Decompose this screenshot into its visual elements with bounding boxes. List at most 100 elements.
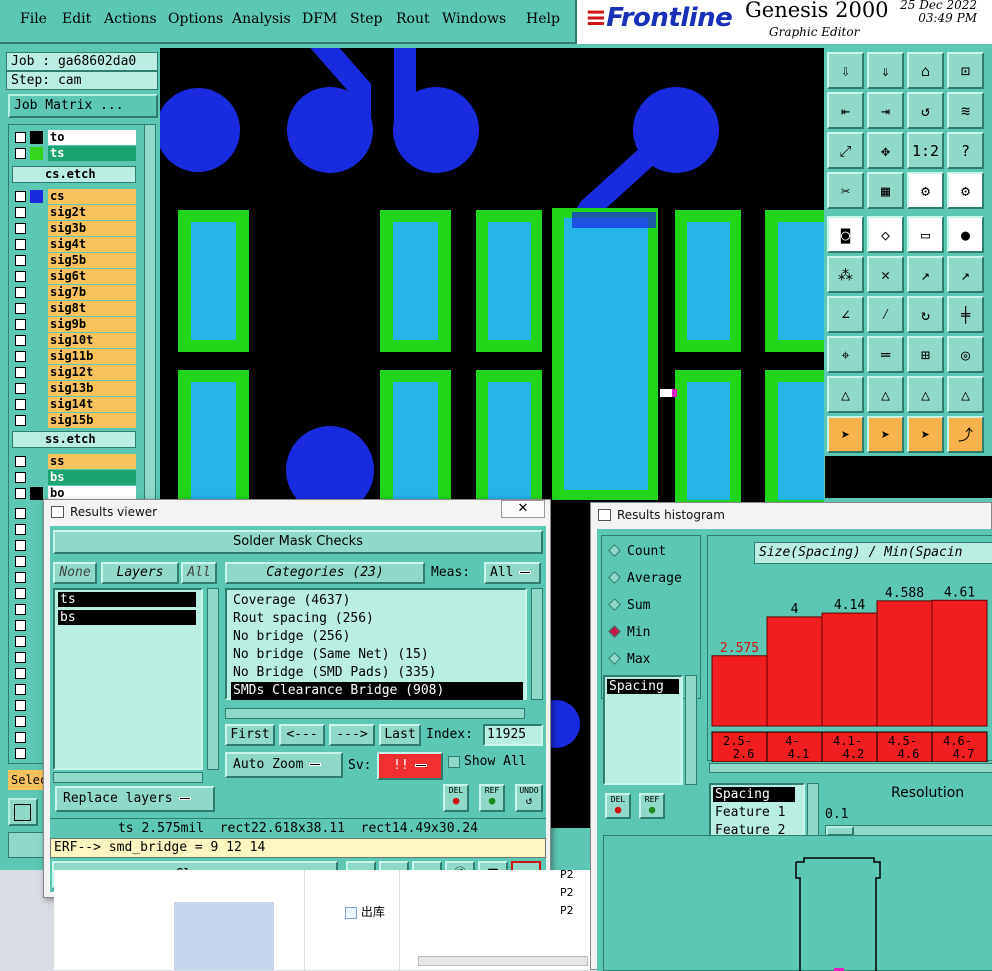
layer-row[interactable]: sig3b (12, 221, 136, 236)
mode-radio-min[interactable]: Min (608, 625, 650, 640)
index-input[interactable]: 11925 (483, 724, 543, 746)
layer-checkbox[interactable] (15, 223, 26, 234)
auto-zoom-dropdown[interactable]: Auto Zoom (225, 752, 343, 778)
ref-button[interactable]: REF ● (479, 784, 505, 812)
tool-button[interactable]: ⚙ (907, 172, 944, 209)
close-window-button[interactable]: ✕ (501, 500, 545, 518)
layer-checkbox[interactable] (15, 732, 26, 743)
tool-button[interactable]: ⇥ (867, 92, 904, 129)
tool-button[interactable]: ➤ (827, 416, 864, 453)
tool-button[interactable]: ◎ (947, 336, 984, 373)
layer-checkbox[interactable] (15, 668, 26, 679)
tool-button[interactable]: ↺ (907, 92, 944, 129)
layer-checkbox[interactable] (15, 148, 26, 159)
field-item[interactable]: Spacing (713, 787, 795, 802)
tool-button[interactable]: ➤ (907, 416, 944, 453)
tool-button[interactable]: ✥ (867, 132, 904, 169)
tool-button[interactable]: ⤴ (947, 416, 984, 453)
histogram-bar[interactable] (766, 616, 823, 727)
layer-checkbox[interactable] (15, 191, 26, 202)
layer-checkbox[interactable] (15, 415, 26, 426)
layers-listbox[interactable]: ts bs (53, 588, 203, 770)
tool-button[interactable]: ? (947, 132, 984, 169)
layer-row[interactable]: to (12, 130, 136, 145)
tool-button[interactable]: ▦ (867, 172, 904, 209)
tool-button[interactable]: ↗ (947, 256, 984, 293)
tool-button[interactable]: ⇤ (827, 92, 864, 129)
layer-checkbox[interactable] (15, 652, 26, 663)
show-all-checkbox[interactable] (448, 756, 460, 768)
none-button[interactable]: None (53, 562, 97, 584)
tool-button[interactable]: ≋ (947, 92, 984, 129)
tool-button[interactable]: ● (947, 216, 984, 253)
tool-button[interactable]: △ (827, 376, 864, 413)
layer-checkbox[interactable] (15, 524, 26, 535)
tool-button[interactable]: ∠ (827, 296, 864, 333)
histogram-listbox[interactable]: Spacing (603, 675, 683, 785)
field-scrollbar[interactable] (807, 783, 819, 843)
layer-checkbox[interactable] (15, 319, 26, 330)
all-button[interactable]: All (181, 562, 217, 584)
layer-checkbox[interactable] (15, 488, 26, 499)
results-viewer-titlebar[interactable]: Results viewer (44, 500, 550, 524)
tool-button[interactable]: ✂ (827, 172, 864, 209)
layer-checkbox[interactable] (15, 540, 26, 551)
tool-button[interactable]: ⊞ (907, 336, 944, 373)
undo-button[interactable]: UNDO ↺ (515, 784, 543, 812)
meas-dropdown[interactable]: All (484, 562, 541, 584)
layer-row[interactable]: ss (12, 454, 136, 469)
mode-radio-count[interactable]: Count (608, 544, 666, 559)
severity-dropdown[interactable]: !! (377, 752, 443, 780)
layer-checkbox[interactable] (15, 132, 26, 143)
layer-checkbox[interactable] (15, 399, 26, 410)
menu-help[interactable]: Help (526, 11, 560, 27)
layer-checkbox[interactable] (15, 604, 26, 615)
histogram-titlebar[interactable]: Results histogram (591, 503, 991, 527)
menu-actions[interactable]: Actions (104, 11, 157, 27)
tool-button[interactable]: ⚙ (947, 172, 984, 209)
explorer-scrollbar[interactable] (418, 956, 588, 966)
layer-list-item[interactable]: bs (58, 610, 196, 625)
layers-button[interactable]: Layers (101, 562, 179, 584)
layer-row[interactable]: sig6t (12, 269, 136, 284)
tool-button[interactable]: ➤ (867, 416, 904, 453)
folder-item[interactable]: 出库 (345, 903, 385, 920)
categories-hscrollbar[interactable] (225, 708, 525, 719)
menu-dfm[interactable]: DFM (302, 11, 337, 27)
tool-button[interactable]: ⊡ (947, 52, 984, 89)
mode-radio-max[interactable]: Max (608, 652, 650, 667)
layer-row[interactable]: sig12t (12, 365, 136, 380)
layer-checkbox[interactable] (15, 207, 26, 218)
first-button[interactable]: First (225, 724, 275, 746)
layer-checkbox[interactable] (15, 456, 26, 467)
categories-scrollbar[interactable] (531, 588, 543, 700)
solder-mask-checks-header[interactable]: Solder Mask Checks (53, 530, 543, 554)
job-matrix-button[interactable]: Job Matrix ... (8, 94, 158, 118)
layer-checkbox[interactable] (15, 508, 26, 519)
resize-button[interactable] (8, 798, 38, 826)
layer-checkbox[interactable] (15, 287, 26, 298)
histogram-list-scrollbar[interactable] (685, 675, 697, 785)
field-item[interactable]: Feature 1 (713, 805, 785, 820)
categories-listbox[interactable]: Coverage (4637) Rout spacing (256) No brid… (225, 588, 527, 700)
layer-row[interactable]: sig15b (12, 413, 136, 428)
tool-button[interactable]: ⤢ (827, 132, 864, 169)
tool-button[interactable]: ⌂ (907, 52, 944, 89)
layer-row[interactable]: sig10t (12, 333, 136, 348)
histogram-bar[interactable] (711, 655, 768, 727)
histogram-list-item[interactable]: Spacing (607, 679, 679, 694)
hist-del-button[interactable]: DEL ● (605, 793, 631, 819)
layer-row[interactable]: sig5b (12, 253, 136, 268)
layer-checkbox[interactable] (15, 684, 26, 695)
histogram-bar[interactable] (876, 600, 933, 727)
del-button[interactable]: DEL ● (443, 784, 469, 812)
histogram-bar[interactable] (931, 599, 988, 727)
layer-row[interactable]: sig13b (12, 381, 136, 396)
menu-analysis[interactable]: Analysis (232, 11, 291, 27)
layer-checkbox[interactable] (15, 748, 26, 759)
layer-row[interactable]: sig8t (12, 301, 136, 316)
tool-button[interactable]: △ (867, 376, 904, 413)
layer-checkbox[interactable] (15, 700, 26, 711)
layer-checkbox[interactable] (15, 271, 26, 282)
tool-button[interactable]: ✕ (867, 256, 904, 293)
